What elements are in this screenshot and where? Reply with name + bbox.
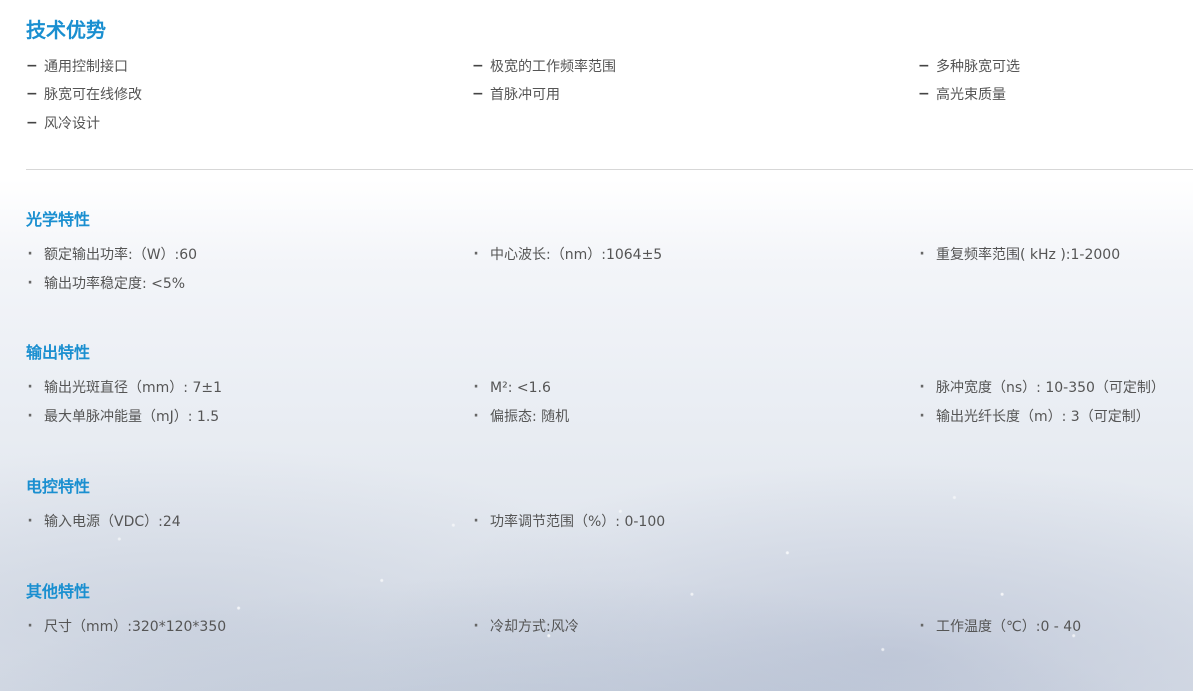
spec-item: · 输出光纤长度（m）: 3（可定制） bbox=[919, 408, 1150, 425]
spec-item: · 输出功率稳定度: <5% bbox=[27, 275, 186, 292]
spec-item: · 尺寸（mm）:320*120*350 bbox=[27, 618, 227, 635]
dot-bullet-icon: · bbox=[919, 618, 925, 634]
dot-bullet-icon: · bbox=[919, 379, 925, 395]
dot-bullet-icon: · bbox=[473, 246, 479, 262]
advantage-item: − 首脉冲可用 bbox=[472, 86, 560, 103]
dash-bullet-icon: − bbox=[472, 58, 484, 74]
spec-item: · 重复频率范围( kHz ):1-2000 bbox=[919, 246, 1121, 263]
advantage-item: − 通用控制接口 bbox=[26, 58, 128, 75]
dash-bullet-icon: − bbox=[26, 58, 38, 74]
spec-item: · 输入电源（VDC）:24 bbox=[27, 513, 181, 530]
electrical-section-title: 电控特性 bbox=[26, 477, 91, 496]
section-divider bbox=[26, 169, 1193, 170]
advantages-row-1: − 通用控制接口 − 极宽的工作频率范围 − 多种脉宽可选 bbox=[26, 57, 1167, 77]
dot-bullet-icon: · bbox=[27, 246, 33, 262]
dot-bullet-icon: · bbox=[27, 513, 33, 529]
spec-item: · 脉冲宽度（ns）: 10-350（可定制） bbox=[919, 379, 1165, 396]
advantage-item: − 多种脉宽可选 bbox=[918, 58, 1020, 75]
dash-bullet-icon: − bbox=[472, 86, 484, 102]
output-row-2: · 最大单脉冲能量（mJ）: 1.5 · 偏振态: 随机 · 输出光纤长度（m）… bbox=[26, 407, 1167, 427]
dot-bullet-icon: · bbox=[473, 379, 479, 395]
dot-bullet-icon: · bbox=[27, 379, 33, 395]
dot-bullet-icon: · bbox=[27, 408, 33, 424]
dash-bullet-icon: − bbox=[918, 58, 930, 74]
spec-item: · 功率调节范围（%）: 0-100 bbox=[473, 513, 666, 530]
spec-item: · 输出光斑直径（mm）: 7±1 bbox=[27, 379, 222, 396]
dot-bullet-icon: · bbox=[473, 513, 479, 529]
electrical-row-1: · 输入电源（VDC）:24 · 功率调节范围（%）: 0-100 bbox=[26, 512, 1167, 532]
output-section-title: 输出特性 bbox=[26, 343, 91, 362]
optical-row-2: · 输出功率稳定度: <5% bbox=[26, 274, 1167, 294]
dot-bullet-icon: · bbox=[473, 408, 479, 424]
advantages-title: 技术优势 bbox=[26, 18, 106, 42]
dash-bullet-icon: − bbox=[26, 115, 38, 131]
optical-row-1: · 额定输出功率:（W）:60 · 中心波长:（nm）:1064±5 · 重复频… bbox=[26, 245, 1167, 265]
dot-bullet-icon: · bbox=[27, 618, 33, 634]
spec-item: · 冷却方式:风冷 bbox=[473, 618, 579, 635]
advantage-item: − 脉宽可在线修改 bbox=[26, 86, 142, 103]
dot-bullet-icon: · bbox=[919, 408, 925, 424]
dash-bullet-icon: − bbox=[26, 86, 38, 102]
other-section-title: 其他特性 bbox=[26, 582, 91, 601]
spec-item: · 工作温度（℃）:0 - 40 bbox=[919, 618, 1082, 635]
spec-item: · 额定输出功率:（W）:60 bbox=[27, 246, 198, 263]
spec-item: · 中心波长:（nm）:1064±5 bbox=[473, 246, 663, 263]
advantage-item: − 风冷设计 bbox=[26, 115, 100, 132]
other-row-1: · 尺寸（mm）:320*120*350 · 冷却方式:风冷 · 工作温度（℃）… bbox=[26, 617, 1167, 637]
dot-bullet-icon: · bbox=[473, 618, 479, 634]
dot-bullet-icon: · bbox=[919, 246, 925, 262]
advantage-item: − 高光束质量 bbox=[918, 86, 1006, 103]
advantage-item: − 极宽的工作频率范围 bbox=[472, 58, 616, 75]
dot-bullet-icon: · bbox=[27, 275, 33, 291]
output-row-1: · 输出光斑直径（mm）: 7±1 · M²: <1.6 · 脉冲宽度（ns）:… bbox=[26, 378, 1167, 398]
advantages-row-3: − 风冷设计 bbox=[26, 114, 1167, 134]
dash-bullet-icon: − bbox=[918, 86, 930, 102]
spec-item: · M²: <1.6 bbox=[473, 379, 551, 396]
spec-item: · 最大单脉冲能量（mJ）: 1.5 bbox=[27, 408, 220, 425]
spec-item: · 偏振态: 随机 bbox=[473, 408, 570, 425]
advantages-row-2: − 脉宽可在线修改 − 首脉冲可用 − 高光束质量 bbox=[26, 85, 1167, 105]
optical-section-title: 光学特性 bbox=[26, 210, 91, 229]
